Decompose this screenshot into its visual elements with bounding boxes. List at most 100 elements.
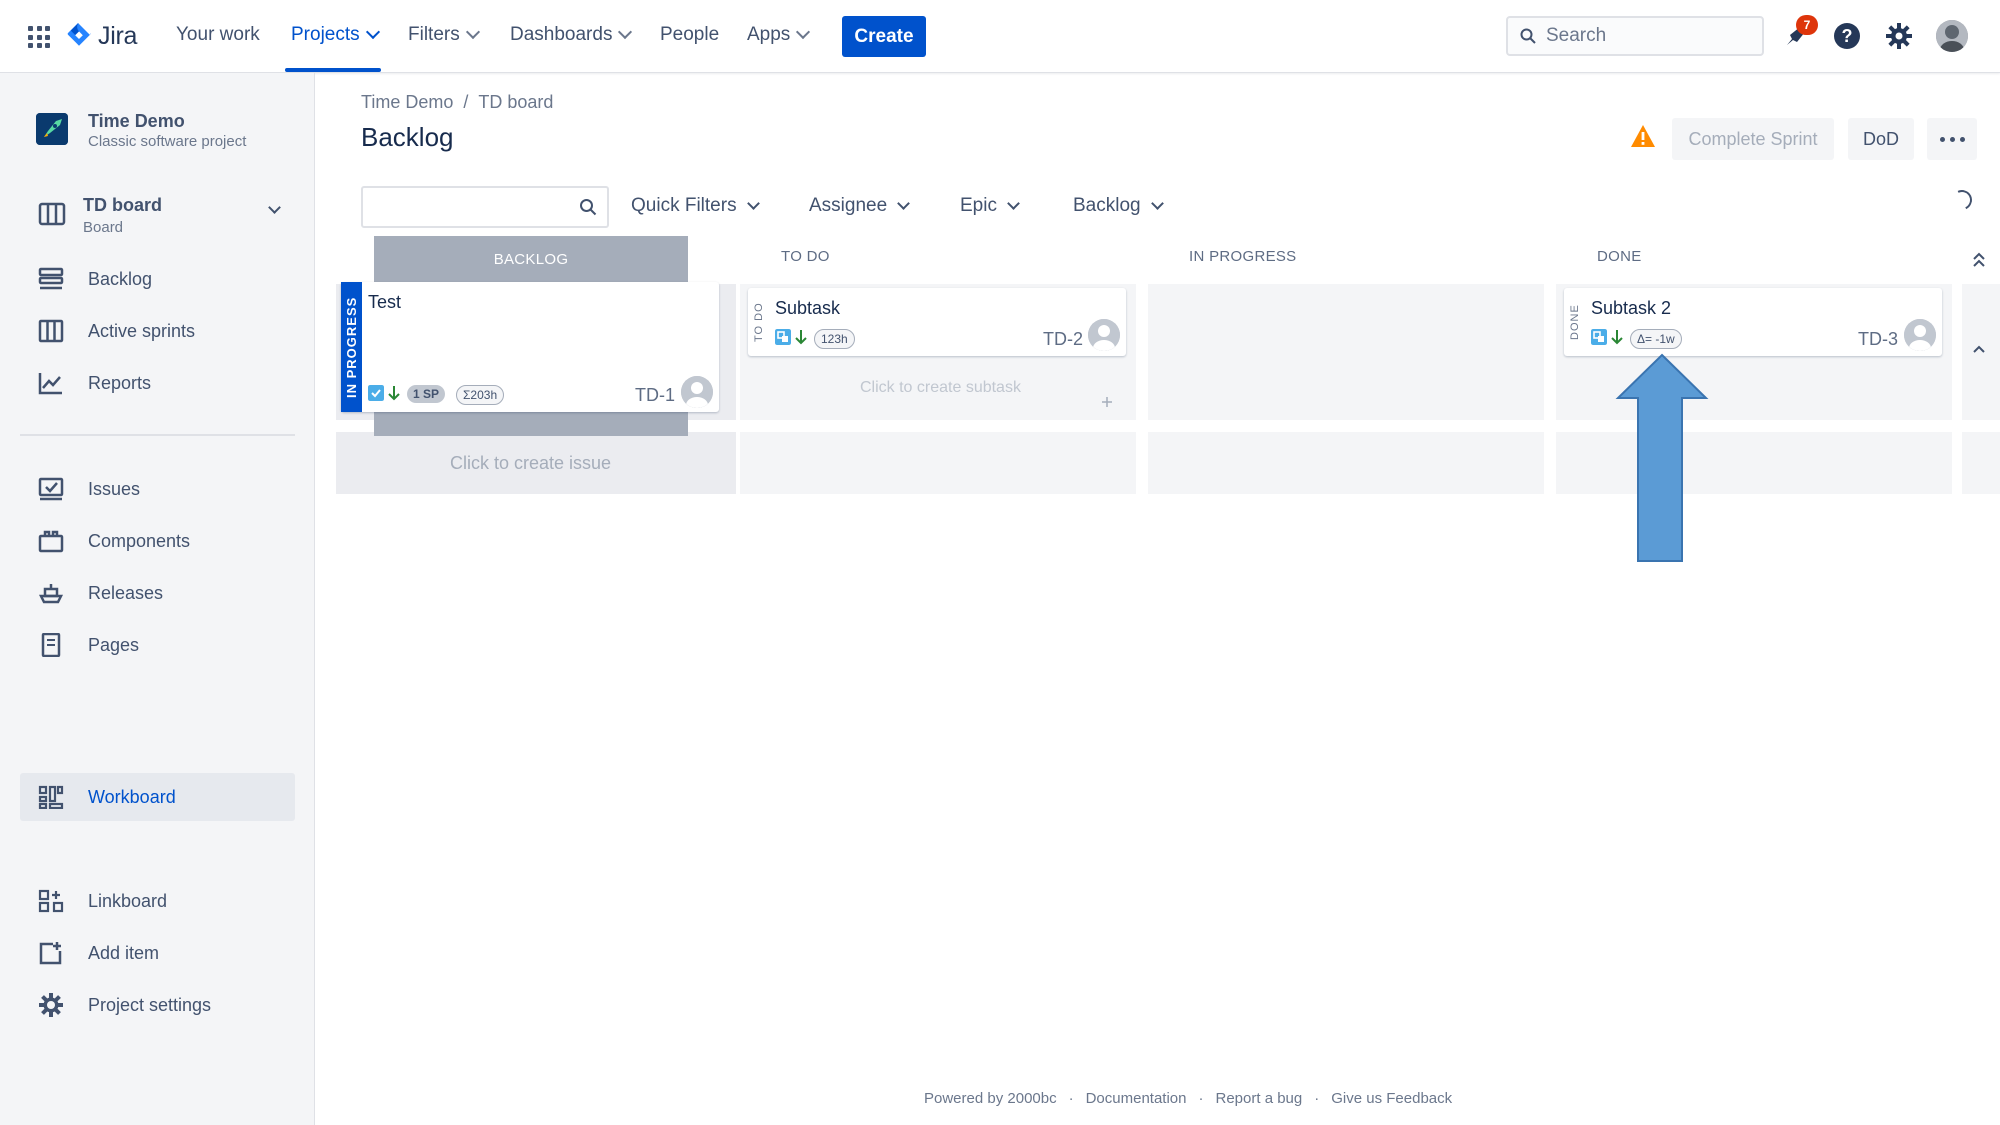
rocket-icon xyxy=(36,113,68,145)
board-icon xyxy=(38,319,64,343)
sidebar-item-label: Workboard xyxy=(88,786,176,807)
nav-your-work[interactable]: Your work xyxy=(176,24,260,46)
add-icon[interactable] xyxy=(1101,396,1113,408)
subtask-type-icon xyxy=(1591,329,1607,345)
nav-filters-label: Filters xyxy=(408,24,460,45)
collapse-all-icon[interactable] xyxy=(1972,252,1986,268)
backlog-dropdown[interactable]: Backlog xyxy=(1073,195,1164,217)
app-switcher-icon[interactable] xyxy=(28,26,50,48)
assignee-dropdown[interactable]: Assignee xyxy=(809,195,911,217)
assignee-avatar[interactable] xyxy=(1904,319,1936,351)
nav-people[interactable]: People xyxy=(660,24,719,46)
footer-report-bug-link[interactable]: Report a bug xyxy=(1216,1090,1303,1107)
issue-key[interactable]: TD-3 xyxy=(1858,329,1898,350)
time-total-badge: Σ203h xyxy=(456,385,505,405)
issue-title: Subtask xyxy=(775,298,841,318)
create-subtask-link[interactable]: Click to create subtask xyxy=(860,379,1021,397)
notification-count-badge: 7 xyxy=(1796,15,1818,35)
breadcrumb-board[interactable]: TD board xyxy=(478,92,553,113)
create-issue-link[interactable]: Click to create issue xyxy=(450,453,611,474)
sidebar-item-label: Linkboard xyxy=(88,890,168,911)
search-input[interactable] xyxy=(1546,25,1746,47)
page-icon xyxy=(41,633,61,657)
complete-sprint-button[interactable]: Complete Sprint xyxy=(1672,118,1834,160)
subtask-type-icon xyxy=(775,329,791,345)
board-search-field[interactable] xyxy=(361,186,609,228)
column-header-backlog[interactable]: BACKLOG xyxy=(374,236,688,282)
column-header-in-progress: IN PROGRESS xyxy=(1189,248,1297,265)
sidebar-item-label: Backlog xyxy=(88,268,153,289)
create-button[interactable]: Create xyxy=(842,16,926,57)
assignee-avatar[interactable] xyxy=(681,376,713,408)
settings-icon xyxy=(39,993,63,1017)
sidebar-item-releases[interactable]: Releases xyxy=(20,569,295,617)
sidebar-item-add-item[interactable]: Add item xyxy=(20,929,295,977)
sidebar-item-workboard[interactable]: Workboard xyxy=(20,773,295,821)
task-type-icon xyxy=(368,385,384,401)
quick-filters-label: Quick Filters xyxy=(631,195,737,216)
issue-card-td-1[interactable]: IN PROGRESS Test 1 SP Σ203h TD-1 xyxy=(341,282,719,412)
low-priority-icon xyxy=(1611,330,1623,345)
more-actions-button[interactable] xyxy=(1927,118,1977,160)
sidebar-item-pages[interactable]: Pages xyxy=(20,621,295,669)
issue-key[interactable]: TD-2 xyxy=(1043,329,1083,350)
settings-button[interactable] xyxy=(1883,20,1915,52)
sidebar-item-components[interactable]: Components xyxy=(20,517,295,565)
sidebar-item-backlog[interactable]: Backlog xyxy=(20,255,295,303)
footer: Powered by 2000bc · Documentation · Repo… xyxy=(924,1090,1452,1107)
workboard-icon xyxy=(38,785,64,809)
sidebar-item-issues[interactable]: Issues xyxy=(20,465,295,513)
project-avatar[interactable] xyxy=(36,113,68,145)
issue-key[interactable]: TD-1 xyxy=(635,385,675,406)
page-title: Backlog xyxy=(361,122,454,152)
warning-icon[interactable] xyxy=(1630,124,1656,148)
chevron-down-icon xyxy=(465,24,480,40)
nav-dashboards[interactable]: Dashboards xyxy=(510,24,633,46)
footer-feedback-link[interactable]: Give us Feedback xyxy=(1331,1090,1452,1107)
sidebar-item-label: Pages xyxy=(88,634,140,655)
nav-projects[interactable]: Projects xyxy=(291,24,380,46)
nav-filters[interactable]: Filters xyxy=(408,24,480,46)
footer-separator: · xyxy=(1068,1090,1074,1107)
nav-dashboards-label: Dashboards xyxy=(510,24,613,45)
status-strip-todo: TO DO xyxy=(753,302,765,342)
assignee-label: Assignee xyxy=(809,195,888,216)
board-search-input[interactable] xyxy=(371,188,571,224)
sidebar-item-label: Add item xyxy=(88,942,160,963)
quick-filters-dropdown[interactable]: Quick Filters xyxy=(631,195,760,217)
low-priority-icon xyxy=(795,330,807,345)
jira-logo[interactable]: Jira xyxy=(66,20,137,52)
sidebar-item-active-sprints[interactable]: Active sprints xyxy=(20,307,295,355)
issue-card-td-3[interactable]: DONE Subtask 2 Δ= -1w TD-3 xyxy=(1564,288,1942,356)
sidebar-item-label: Issues xyxy=(88,478,141,499)
column-header-done: DONE xyxy=(1597,248,1642,265)
project-name: Time Demo xyxy=(88,111,185,131)
breadcrumb-project[interactable]: Time Demo xyxy=(361,92,453,113)
nav-apps[interactable]: Apps xyxy=(747,24,811,46)
breadcrumb: Time Demo / TD board xyxy=(361,92,553,113)
add-item-icon xyxy=(39,942,62,965)
nav-active-indicator xyxy=(285,68,381,72)
sidebar-item-linkboard[interactable]: Linkboard xyxy=(20,877,295,925)
sidebar-item-reports[interactable]: Reports xyxy=(20,359,295,407)
top-navigation: Jira Your work Projects Filters Dashboar… xyxy=(0,0,2000,73)
assignee-avatar[interactable] xyxy=(1088,319,1120,351)
epic-dropdown[interactable]: Epic xyxy=(960,195,1020,217)
user-avatar-icon xyxy=(681,376,713,408)
footer-documentation-link[interactable]: Documentation xyxy=(1086,1090,1187,1107)
search-field[interactable] xyxy=(1506,16,1764,56)
board-switcher[interactable]: TD board Board xyxy=(20,191,295,243)
avatar[interactable] xyxy=(1936,20,1968,52)
chevron-down-icon xyxy=(1007,197,1020,210)
sidebar-item-label: Active sprints xyxy=(88,320,196,341)
dod-button[interactable]: DoD xyxy=(1848,118,1914,160)
chevron-down-icon xyxy=(746,197,760,210)
chevron-down-icon xyxy=(268,201,281,214)
search-icon xyxy=(580,199,597,216)
issue-card-td-2[interactable]: TO DO Subtask 123h TD-2 xyxy=(748,288,1126,356)
sidebar-item-project-settings[interactable]: Project settings xyxy=(20,981,295,1029)
status-strip-done: DONE xyxy=(1569,304,1581,340)
annotation-arrow-up xyxy=(1615,353,1709,562)
collapse-lane-icon[interactable] xyxy=(1972,344,1986,354)
help-button[interactable]: ? xyxy=(1831,20,1863,52)
